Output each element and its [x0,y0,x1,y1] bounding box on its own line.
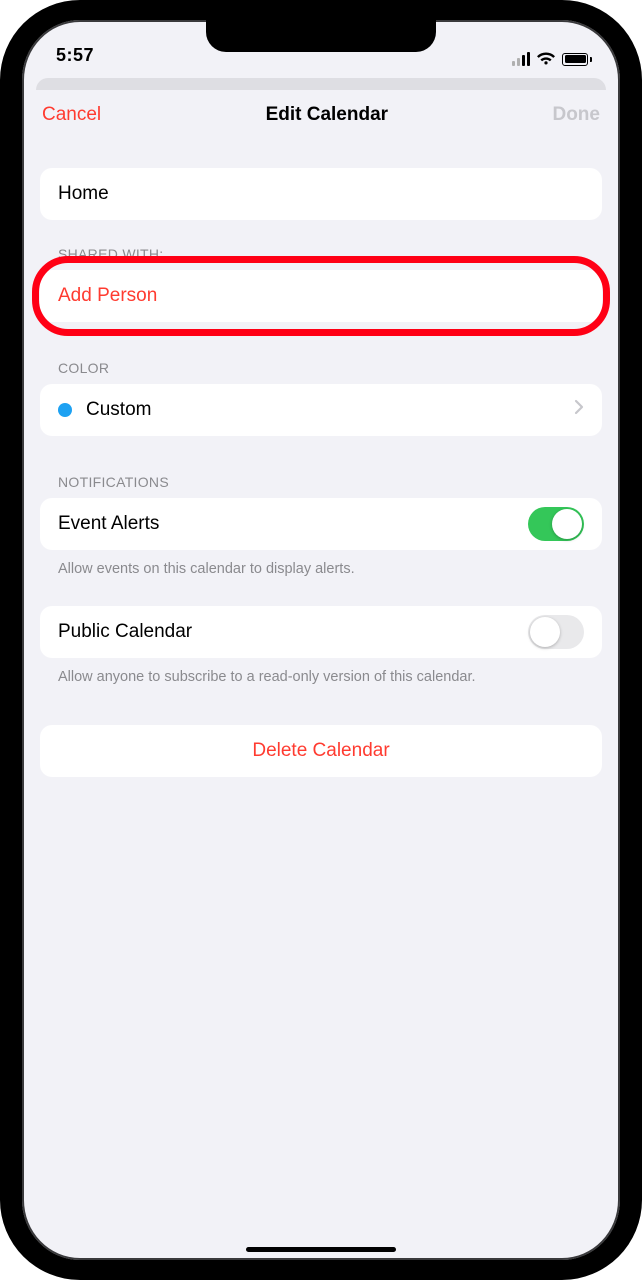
delete-calendar-button[interactable]: Delete Calendar [40,725,602,777]
calendar-name-group [40,168,602,220]
public-calendar-group: Public Calendar [40,606,602,658]
color-cell[interactable]: Custom [40,384,602,436]
cancel-button[interactable]: Cancel [42,104,101,126]
color-label: Custom [86,399,151,421]
notifications-header: NOTIFICATIONS [40,474,602,498]
public-calendar-cell: Public Calendar [40,606,602,658]
event-alerts-cell: Event Alerts [40,498,602,550]
wifi-icon [536,52,556,66]
done-button[interactable]: Done [552,104,600,126]
add-person-button[interactable]: Add Person [40,270,602,322]
calendar-name-input[interactable] [58,183,584,205]
event-alerts-toggle[interactable] [528,507,584,541]
battery-icon [562,53,592,66]
shared-with-header: SHARED WITH: [40,246,602,270]
status-time: 5:57 [56,45,94,66]
color-group: Custom [40,384,602,436]
color-header: COLOR [40,360,602,384]
color-dot-icon [58,403,72,417]
event-alerts-hint: Allow events on this calendar to display… [40,550,602,580]
home-indicator[interactable] [246,1247,396,1252]
edit-calendar-sheet: Cancel Edit Calendar Done SHARED WITH: A… [22,90,620,1260]
chevron-right-icon [574,399,584,421]
event-alerts-group: Event Alerts [40,498,602,550]
delete-group: Delete Calendar [40,725,602,777]
public-calendar-hint: Allow anyone to subscribe to a read-only… [40,658,602,688]
public-calendar-toggle[interactable] [528,615,584,649]
public-calendar-label: Public Calendar [58,621,192,643]
status-icons [512,52,592,66]
shared-with-group: Add Person [40,270,602,322]
cellular-icon [512,52,530,66]
calendar-name-cell[interactable] [40,168,602,220]
event-alerts-label: Event Alerts [58,513,159,535]
nav-bar: Cancel Edit Calendar Done [22,90,620,138]
page-title: Edit Calendar [266,104,388,126]
